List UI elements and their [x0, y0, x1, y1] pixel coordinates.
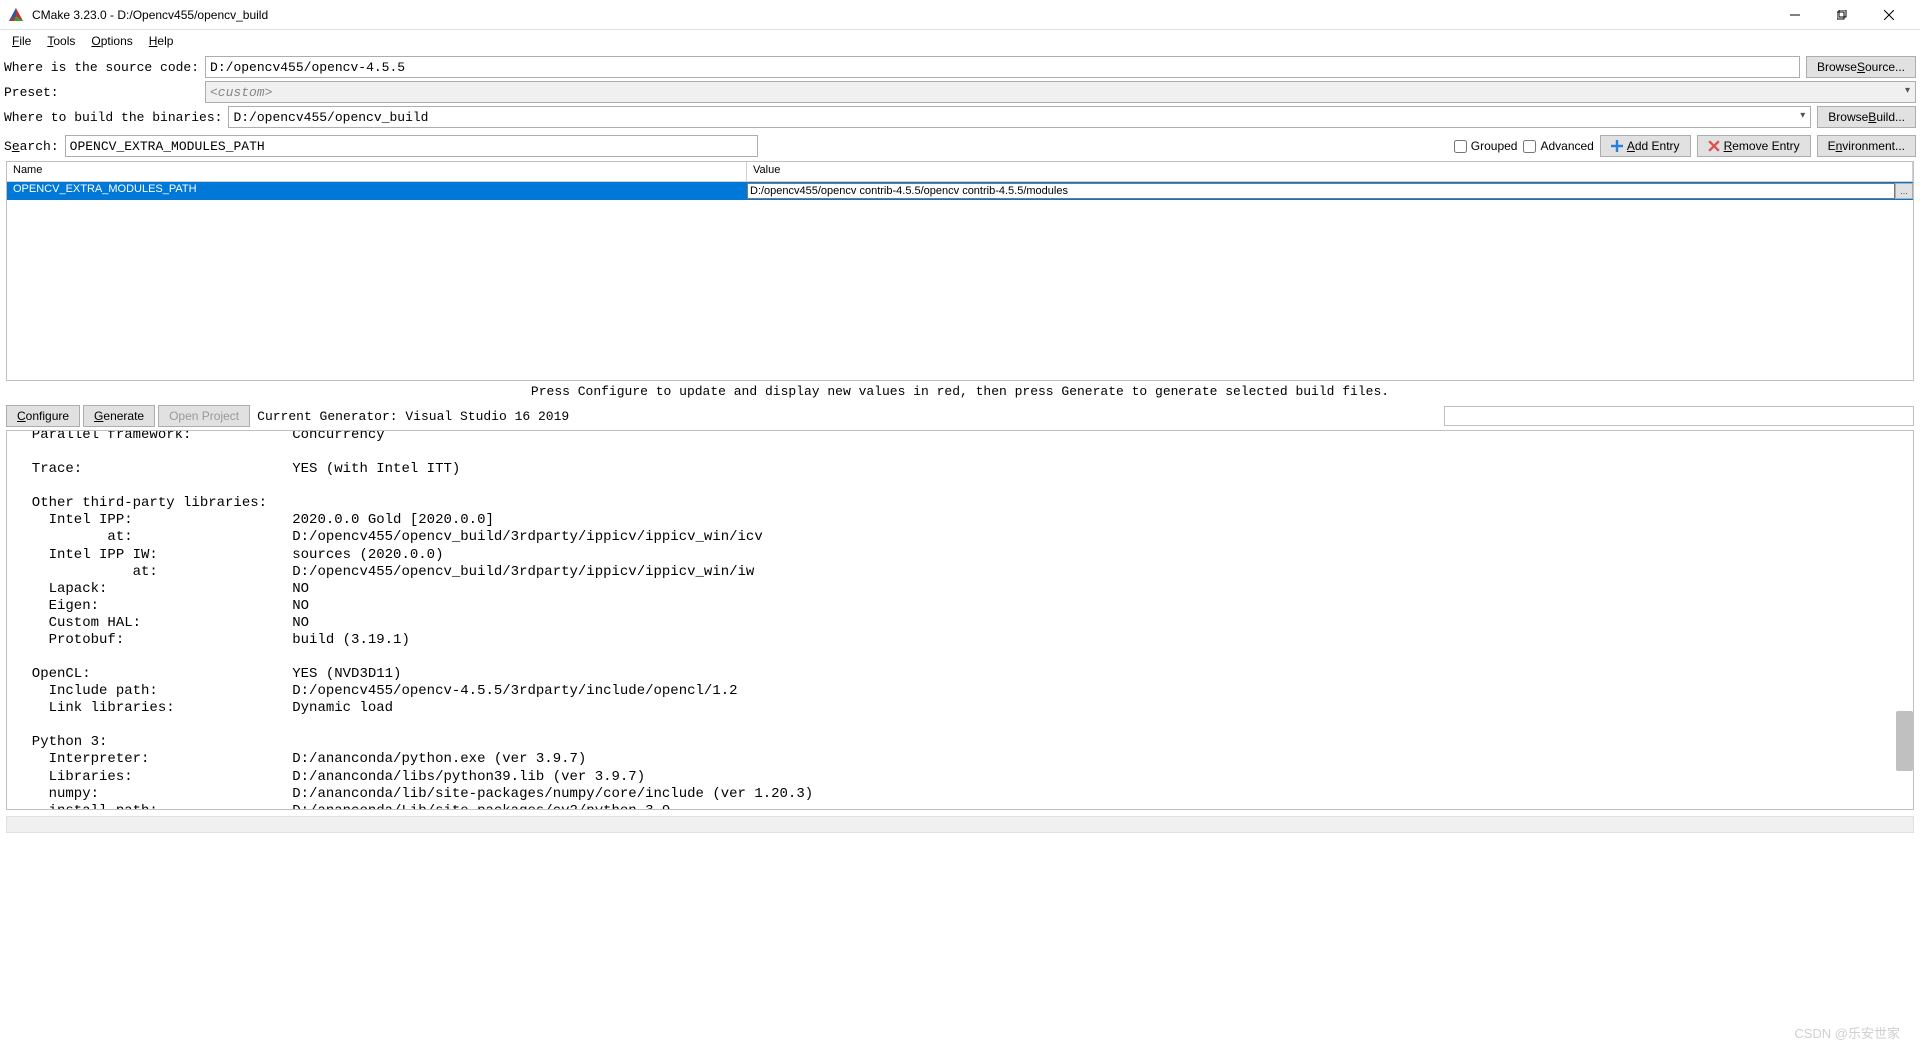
hint-text: Press Configure to update and display ne…	[0, 381, 1920, 402]
col-value[interactable]: Value	[747, 162, 1913, 181]
build-label: Where to build the binaries:	[4, 110, 222, 125]
action-bar: Configure Generate Open Project Current …	[0, 402, 1920, 430]
col-name[interactable]: Name	[7, 162, 747, 181]
source-label: Where is the source code:	[4, 60, 199, 75]
add-entry-button[interactable]: Add Entry	[1600, 135, 1691, 157]
search-label: Search:	[4, 139, 59, 154]
window-controls	[1772, 0, 1912, 30]
menu-options[interactable]: Options	[83, 32, 140, 50]
plus-icon	[1611, 140, 1623, 152]
table-header: Name Value	[7, 162, 1913, 182]
variables-table: Name Value OPENCV_EXTRA_MODULES_PATH ...	[6, 161, 1914, 381]
browse-build-button[interactable]: Browse Build...	[1817, 106, 1916, 128]
minimize-button[interactable]	[1772, 0, 1818, 30]
scrollbar-thumb[interactable]	[1896, 711, 1913, 771]
build-input[interactable]	[228, 106, 1811, 128]
maximize-button[interactable]	[1819, 0, 1865, 30]
preset-label: Preset:	[4, 85, 199, 100]
source-input[interactable]	[205, 56, 1800, 78]
grouped-checkbox[interactable]: Grouped	[1454, 139, 1518, 153]
close-button[interactable]	[1866, 0, 1912, 30]
browse-source-button[interactable]: Browse Source...	[1806, 56, 1916, 78]
output-panel: Parallel framework: Concurrency Trace: Y…	[6, 430, 1914, 810]
browse-path-button[interactable]: ...	[1895, 183, 1913, 199]
table-row[interactable]: OPENCV_EXTRA_MODULES_PATH ...	[7, 182, 1913, 200]
menubar: File Tools Options Help	[0, 30, 1920, 52]
menu-help[interactable]: Help	[141, 32, 182, 50]
window-title: CMake 3.23.0 - D:/Opencv455/opencv_build	[32, 8, 1772, 22]
menu-file[interactable]: File	[4, 32, 39, 50]
horizontal-scrollbar[interactable]	[6, 816, 1914, 833]
progress-bar	[1444, 406, 1914, 426]
config-section: Where is the source code: Browse Source.…	[0, 52, 1920, 135]
configure-button[interactable]: Configure	[6, 405, 80, 427]
open-project-button[interactable]: Open Project	[158, 405, 250, 427]
cmake-icon	[8, 7, 24, 23]
preset-select[interactable]	[205, 81, 1916, 103]
environment-button[interactable]: Environment...	[1817, 135, 1916, 157]
titlebar: CMake 3.23.0 - D:/Opencv455/opencv_build	[0, 0, 1920, 30]
output-text[interactable]: Parallel framework: Concurrency Trace: Y…	[7, 431, 1913, 809]
advanced-checkbox[interactable]: Advanced	[1523, 139, 1593, 153]
remove-entry-button[interactable]: Remove Entry	[1697, 135, 1811, 157]
generate-button[interactable]: Generate	[83, 405, 155, 427]
generator-info: Current Generator: Visual Studio 16 2019	[257, 409, 569, 424]
row-value-input[interactable]	[747, 183, 1895, 199]
watermark: CSDN @乐安世家	[1794, 1023, 1900, 1042]
x-icon	[1708, 140, 1720, 152]
search-input[interactable]	[65, 135, 759, 157]
row-name: OPENCV_EXTRA_MODULES_PATH	[7, 182, 747, 200]
search-row: Search: Grouped Advanced Add Entry Remov…	[0, 135, 1920, 161]
menu-tools[interactable]: Tools	[39, 32, 83, 50]
